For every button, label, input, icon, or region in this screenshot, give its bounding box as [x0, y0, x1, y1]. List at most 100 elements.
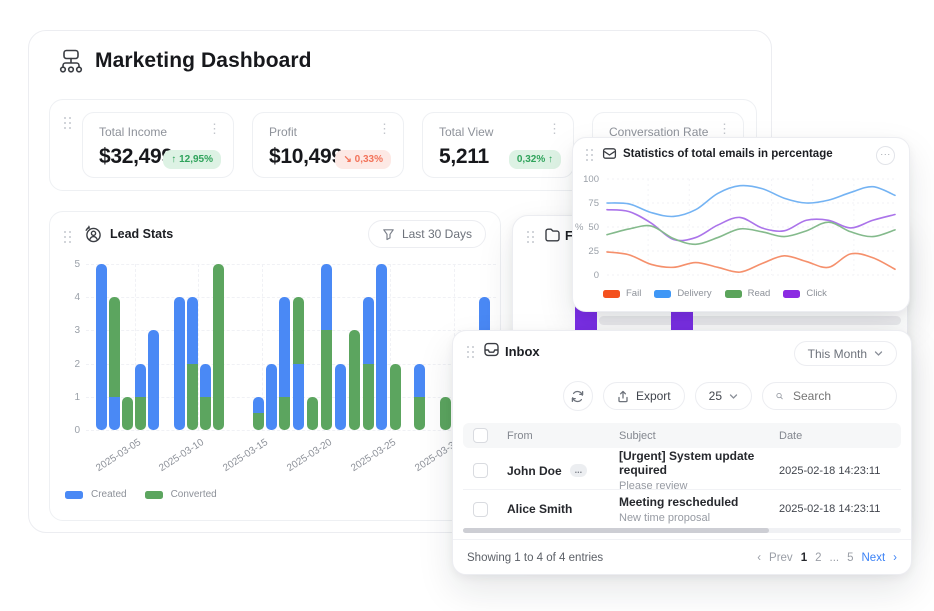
- pagination-item[interactable]: Next: [862, 552, 886, 564]
- lead-bar-segment: [349, 330, 360, 430]
- inbox-toolbar: Export 25: [453, 381, 897, 411]
- legend-label: Delivery: [677, 288, 711, 299]
- refresh-button[interactable]: [563, 381, 593, 411]
- lead-bar-segment: [187, 364, 198, 430]
- lead-bar[interactable]: [390, 364, 401, 430]
- drag-handle-icon[interactable]: [526, 230, 535, 244]
- panel-menu-button[interactable]: ···: [876, 146, 895, 165]
- kebab-menu-icon[interactable]: ⋮: [208, 122, 221, 136]
- legend-swatch: [725, 290, 742, 298]
- pagination-item[interactable]: 2: [815, 552, 821, 564]
- pagination-item[interactable]: ›: [893, 552, 897, 564]
- lead-bar-segment: [135, 364, 146, 397]
- chevron-down-icon: [729, 392, 738, 401]
- scrollbar-thumb[interactable]: [463, 528, 769, 533]
- lead-bar[interactable]: [200, 364, 211, 430]
- row-checkbox[interactable]: [473, 463, 488, 478]
- lead-bar-segment: [109, 397, 120, 430]
- x-tick-label: 2025-03-10: [157, 437, 206, 474]
- lead-bar[interactable]: [266, 364, 277, 430]
- export-label: Export: [636, 389, 671, 403]
- lead-bar-segment: [414, 397, 425, 430]
- pagination-item[interactable]: Prev: [769, 552, 793, 564]
- line-series-read: [607, 222, 895, 244]
- subject-cell: Meeting rescheduledNew time proposal: [619, 495, 779, 524]
- lead-bar[interactable]: [414, 364, 425, 430]
- lead-bar[interactable]: [293, 297, 304, 430]
- lead-bar-segment: [200, 364, 211, 397]
- sender-name: Alice Smith: [507, 502, 619, 516]
- lead-bar[interactable]: [349, 330, 360, 430]
- filter-button[interactable]: Last 30 Days: [368, 220, 486, 248]
- pagination-item[interactable]: 1: [801, 552, 807, 564]
- lead-bar-segment: [390, 364, 401, 430]
- stat-card-value: $10,499: [269, 145, 343, 169]
- lead-bar[interactable]: [187, 297, 198, 430]
- inbox-icon: [483, 341, 500, 358]
- drag-handle-icon[interactable]: [466, 345, 475, 359]
- drag-handle-icon[interactable]: [585, 148, 594, 162]
- lead-bar[interactable]: [335, 364, 346, 430]
- legend-swatch: [603, 290, 620, 298]
- lead-bar-segment: [148, 330, 159, 430]
- y-tick-label: 50: [588, 222, 599, 233]
- lead-bar-segment: [321, 330, 332, 430]
- lead-bar-segment: [363, 297, 374, 363]
- kebab-menu-icon[interactable]: ⋮: [378, 122, 391, 136]
- y-tick-label: 5: [74, 259, 80, 270]
- entries-summary: Showing 1 to 4 of 4 entries: [467, 552, 603, 564]
- trend-badge: ↑ 12,95%: [163, 150, 221, 169]
- export-button[interactable]: Export: [603, 382, 685, 410]
- horizontal-scrollbar[interactable]: [463, 528, 901, 533]
- pagination: ‹ Prev 12... 5 Next ›: [757, 552, 897, 564]
- sitemap-icon: [57, 47, 85, 75]
- page-size-dropdown[interactable]: 25: [695, 382, 752, 410]
- search-box[interactable]: [762, 382, 897, 410]
- lead-bar-segment: [200, 397, 211, 430]
- pagination-item[interactable]: 5: [847, 552, 853, 564]
- lead-bar[interactable]: [148, 330, 159, 430]
- x-tick-label: 2025-03-15: [221, 437, 270, 474]
- chevron-down-icon: [874, 349, 883, 358]
- stat-card: Total Income⋮$32,499↑ 12,95%: [82, 112, 234, 178]
- select-all-checkbox[interactable]: [473, 428, 488, 443]
- page-size-value: 25: [709, 389, 722, 403]
- lead-bar[interactable]: [376, 264, 387, 430]
- kebab-menu-icon[interactable]: ⋮: [548, 122, 561, 136]
- drag-handle-icon[interactable]: [63, 116, 72, 130]
- lead-bar[interactable]: [279, 297, 290, 430]
- lead-bar-segment: [187, 297, 198, 363]
- row-checkbox[interactable]: [473, 502, 488, 517]
- lead-bar-segment: [135, 397, 146, 430]
- lead-bar[interactable]: [363, 297, 374, 430]
- kebab-menu-icon[interactable]: ⋮: [718, 122, 731, 136]
- legend-item: Read: [725, 288, 771, 299]
- period-dropdown[interactable]: This Month: [794, 341, 897, 366]
- row-menu-button[interactable]: ...: [570, 464, 588, 477]
- lead-bar[interactable]: [440, 397, 451, 430]
- lead-bar[interactable]: [122, 397, 133, 430]
- funnel-icon: [382, 228, 395, 241]
- lead-bar[interactable]: [96, 264, 107, 430]
- drag-handle-icon[interactable]: [63, 230, 72, 244]
- search-input[interactable]: [791, 388, 883, 404]
- lead-bar[interactable]: [253, 397, 264, 430]
- legend-swatch: [654, 290, 671, 298]
- lead-bar[interactable]: [135, 364, 146, 430]
- gridline: [86, 430, 496, 431]
- email-chart-unit-label: %: [575, 222, 583, 233]
- table-row[interactable]: Alice SmithMeeting rescheduledNew time p…: [463, 489, 901, 530]
- pagination-item[interactable]: ‹: [757, 552, 761, 564]
- lead-bar[interactable]: [307, 397, 318, 430]
- lead-bar[interactable]: [321, 264, 332, 430]
- gridline: [86, 264, 496, 265]
- lead-bar[interactable]: [213, 264, 224, 430]
- lead-bar[interactable]: [174, 297, 185, 430]
- legend-label: Read: [748, 288, 771, 299]
- legend-item: Created: [65, 489, 127, 500]
- pagination-item[interactable]: ...: [830, 552, 840, 564]
- table-row[interactable]: John Doe...[Urgent] System update requir…: [463, 449, 901, 490]
- y-tick-label: 1: [74, 392, 80, 403]
- lead-bar[interactable]: [109, 297, 120, 430]
- legend-label: Fail: [626, 288, 641, 299]
